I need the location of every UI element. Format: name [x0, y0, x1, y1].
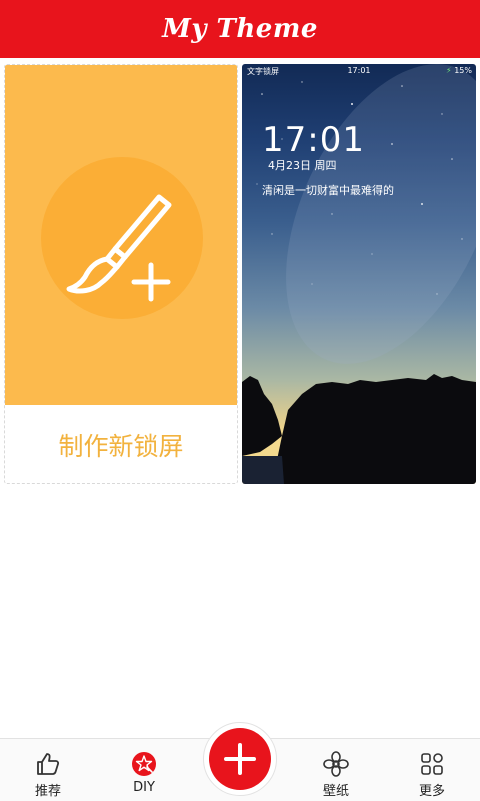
- nav-label-recommend: 推荐: [34, 784, 61, 799]
- nav-label-more: 更多: [418, 784, 445, 799]
- brush-plus-icon: [66, 194, 172, 302]
- grid-icon: [421, 753, 443, 775]
- nav-label-diy: DIY: [133, 780, 155, 795]
- nav-item-wallpaper[interactable]: 壁纸: [296, 742, 376, 799]
- nav-item-diy[interactable]: DIY: [104, 742, 184, 798]
- app-title: My Theme: [162, 14, 318, 44]
- flower-icon: [323, 751, 349, 777]
- nav-label-wallpaper: 壁纸: [322, 784, 349, 799]
- nav-item-more[interactable]: 更多: [392, 742, 472, 799]
- create-lockscreen-card[interactable]: 制作新锁屏: [4, 64, 238, 484]
- lockscreen-preview-card[interactable]: 文字锁屏 17:01 ⚡ 15% 17:01 4月23日 周四 清闲是一切财富中…: [242, 64, 476, 484]
- app-header: My Theme: [0, 0, 480, 58]
- plus-icon: [224, 743, 256, 775]
- coastline-silhouette: [242, 374, 476, 484]
- add-button[interactable]: [209, 728, 271, 790]
- create-lockscreen-label: 制作新锁屏: [58, 432, 184, 461]
- nav-item-recommend[interactable]: 推荐: [8, 742, 88, 799]
- magic-star-icon: [132, 752, 156, 776]
- thumbs-up-icon: [37, 753, 60, 775]
